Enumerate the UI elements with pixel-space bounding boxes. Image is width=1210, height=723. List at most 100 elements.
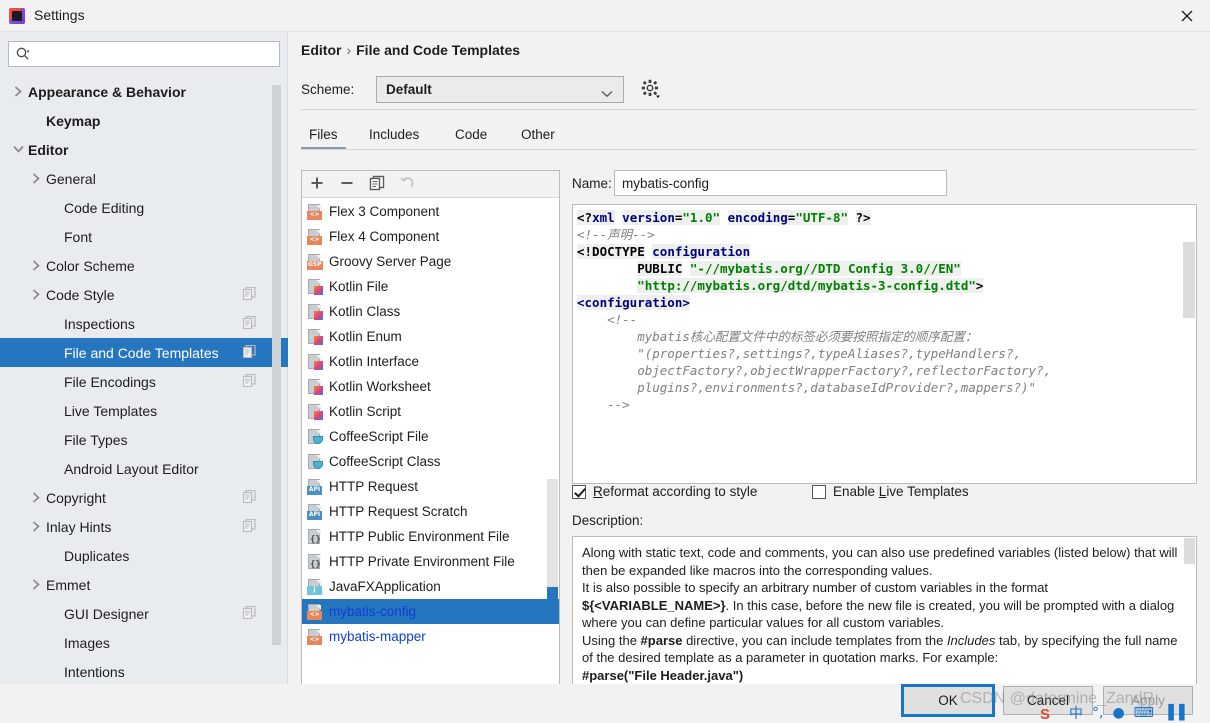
template-list-item[interactable]: Kotlin Worksheet [302,374,559,399]
sidebar-item-file-types[interactable]: File Types [0,425,288,454]
live-templates-checkbox-box[interactable] [812,484,826,499]
breadcrumb-root[interactable]: Editor [301,42,341,58]
tab-label: Code [455,126,488,142]
chevron-down-icon[interactable] [10,142,26,158]
template-list-item[interactable]: J JavaFXApplication [302,574,559,599]
sidebar-item-label: Keymap [46,112,101,129]
template-list-item[interactable]: Kotlin Interface [302,349,559,374]
sidebar-item-duplicates[interactable]: Duplicates [0,541,288,570]
template-list-item[interactable]: GSP Groovy Server Page [302,249,559,274]
template-list-item[interactable]: {} HTTP Public Environment File [302,524,559,549]
chevron-right-icon[interactable] [28,577,44,593]
template-list-scrollbar[interactable] [547,479,558,621]
live-templates-checkbox[interactable]: Enable Live Templates [812,484,969,499]
chevron-right-icon[interactable] [28,171,44,187]
tab-label: Other [521,126,555,142]
template-list-item[interactable]: CoffeeScript File [302,424,559,449]
sidebar-item-emmet[interactable]: Emmet [0,570,288,599]
sidebar-item-code-editing[interactable]: Code Editing [0,193,288,222]
template-name-row: Name: Extension: [572,170,1197,198]
sidebar-item-general[interactable]: General [0,164,288,193]
sidebar-item-live-templates[interactable]: Live Templates [0,396,288,425]
gear-icon[interactable] [641,79,661,102]
template-list[interactable]: <> Flex 3 Component <> Flex 4 Component GSP G… [302,199,559,689]
sidebar-item-keymap[interactable]: Keymap [0,106,288,135]
minus-icon [339,175,355,194]
description-scrollbar-thumb[interactable] [1184,538,1195,564]
chevron-right-icon[interactable] [28,258,44,274]
template-list-item[interactable]: Kotlin Script [302,399,559,424]
xml-file-icon: <> [307,603,323,620]
template-list-item-label: CoffeeScript File [329,429,429,444]
description-label: Description: [572,513,644,528]
chevron-right-icon[interactable] [10,84,26,100]
sidebar-item-gui-designer[interactable]: GUI Designer [0,599,288,628]
chevron-right-icon[interactable] [28,287,44,303]
template-list-item[interactable]: API HTTP Request [302,474,559,499]
tab-code[interactable]: Code [447,118,495,150]
template-list-item-label: HTTP Request Scratch [329,504,468,519]
tab-other[interactable]: Other [513,118,563,150]
sidebar-item-file-encodings[interactable]: File Encodings [0,367,288,396]
template-list-item[interactable]: <> mybatis-config [302,599,559,624]
apply-button[interactable]: Apply [1103,686,1193,715]
tab-files[interactable]: Files [301,118,346,150]
kotlin-file-icon [307,403,323,420]
chevron-right-icon[interactable] [28,490,44,506]
code-editor-scrollbar-thumb[interactable] [1183,242,1195,318]
duplicate-template-button[interactable] [362,171,392,197]
description-scrollbar[interactable] [1184,538,1195,689]
template-list-item[interactable]: {} HTTP Private Environment File [302,549,559,574]
reformat-checkbox-box[interactable] [572,484,586,499]
template-name-input[interactable] [614,170,947,196]
scheme-dropdown[interactable]: Default [376,76,624,103]
copyable-settings-icon [242,518,256,535]
reformat-checkbox[interactable]: Reformat according to style [572,484,757,499]
tab-includes[interactable]: Includes [361,118,427,150]
sidebar-item-copyright[interactable]: Copyright [0,483,288,512]
code-line: PUBLIC "-//mybatis.org//DTD Config 3.0//… [577,260,1194,277]
template-list-item-label: Kotlin Interface [329,354,420,369]
close-icon[interactable] [1164,0,1210,32]
code-editor-scrollbar[interactable] [1183,206,1195,483]
add-template-button[interactable] [302,171,332,197]
template-list-item[interactable]: CoffeeScript Class [302,449,559,474]
search-input[interactable] [8,41,280,67]
description-box[interactable]: Along with static text, code and comment… [572,536,1197,690]
sidebar-item-editor[interactable]: Editor [0,135,288,164]
sidebar-item-inlay-hints[interactable]: Inlay Hints [0,512,288,541]
sidebar-item-color-scheme[interactable]: Color Scheme [0,251,288,280]
sidebar-item-file-and-code-templates[interactable]: File and Code Templates [0,338,288,367]
sidebar-item-font[interactable]: Font [0,222,288,251]
sidebar-item-appearance-behavior[interactable]: Appearance & Behavior [0,77,288,106]
template-list-item[interactable]: API HTTP Request Scratch [302,499,559,524]
template-list-item[interactable]: <> Flex 3 Component [302,199,559,224]
template-list-item[interactable]: Kotlin File [302,274,559,299]
template-list-scrollbar-thumb[interactable] [547,587,558,621]
copyable-settings-icon [242,605,256,622]
code-token: > [975,278,984,293]
sidebar-item-intentions[interactable]: Intentions [0,657,288,684]
template-list-item[interactable]: <> mybatis-mapper [302,624,559,649]
chevron-right-icon[interactable] [28,519,44,535]
template-code-editor[interactable]: <?xml version="1.0" encoding="UTF-8" ?> <… [572,204,1197,484]
sidebar-item-images[interactable]: Images [0,628,288,657]
cancel-button[interactable]: Cancel [1003,686,1093,715]
sidebar-scrollbar[interactable] [272,85,281,645]
sidebar-item-inspections[interactable]: Inspections [0,309,288,338]
remove-template-button[interactable] [332,171,362,197]
template-list-item[interactable]: Kotlin Class [302,299,559,324]
sidebar-item-label: Inlay Hints [46,518,112,535]
sidebar-item-code-style[interactable]: Code Style [0,280,288,309]
sidebar-item-android-layout-editor[interactable]: Android Layout Editor [0,454,288,483]
settings-tree[interactable]: Appearance & Behavior Keymap Editor General… [0,77,288,684]
java-file-icon: J [307,578,323,595]
ok-button[interactable]: OK [901,684,995,717]
template-list-item[interactable]: <> Flex 4 Component [302,224,559,249]
reset-template-button [392,171,422,197]
template-list-item[interactable]: Kotlin Enum [302,324,559,349]
code-line: <!DOCTYPE configuration [577,243,1194,260]
